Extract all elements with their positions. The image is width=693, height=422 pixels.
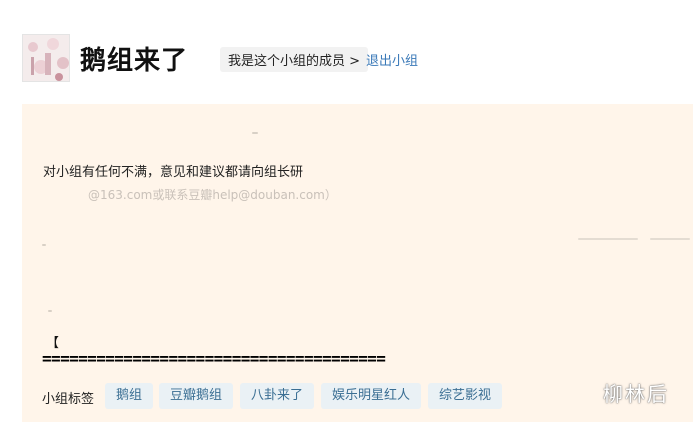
group-intro-text: 对小组有任何不满，意见和建议都请向组长研 — [43, 165, 304, 180]
tag-variety-tv[interactable]: 综艺影视 — [428, 383, 503, 409]
text-divider: ====================================== — [42, 349, 386, 368]
member-status-button[interactable]: 我是这个小组的成员 > — [220, 47, 369, 72]
faded-email-text: @163.com或联系豆瓣help@douban.com） — [88, 188, 337, 202]
tag-douban-e-zu[interactable]: 豆瓣鹅组 — [159, 383, 234, 409]
tag-celebrity[interactable]: 娱乐明星红人 — [321, 383, 422, 409]
group-avatar[interactable] — [22, 34, 70, 82]
tag-e-zu[interactable]: 鹅组 — [105, 383, 154, 409]
faded-mark — [252, 132, 258, 134]
watermark-text: 柳林后 — [603, 382, 669, 406]
faded-mark — [48, 310, 52, 312]
group-title: 鹅组来了 — [80, 46, 189, 76]
faded-mark — [42, 244, 46, 246]
group-intro-panel: 对小组有任何不满，意见和建议都请向组长研 @163.com或联系豆瓣help@d… — [22, 104, 693, 422]
group-header: 鹅组来了 我是这个小组的成员 > 退出小组 — [22, 34, 682, 84]
faded-mark — [578, 238, 638, 240]
group-tags-label: 小组标签 — [42, 392, 95, 407]
tag-bagua-laile[interactable]: 八卦来了 — [240, 383, 315, 409]
faded-mark — [650, 238, 690, 240]
quit-group-link[interactable]: 退出小组 — [366, 50, 418, 69]
